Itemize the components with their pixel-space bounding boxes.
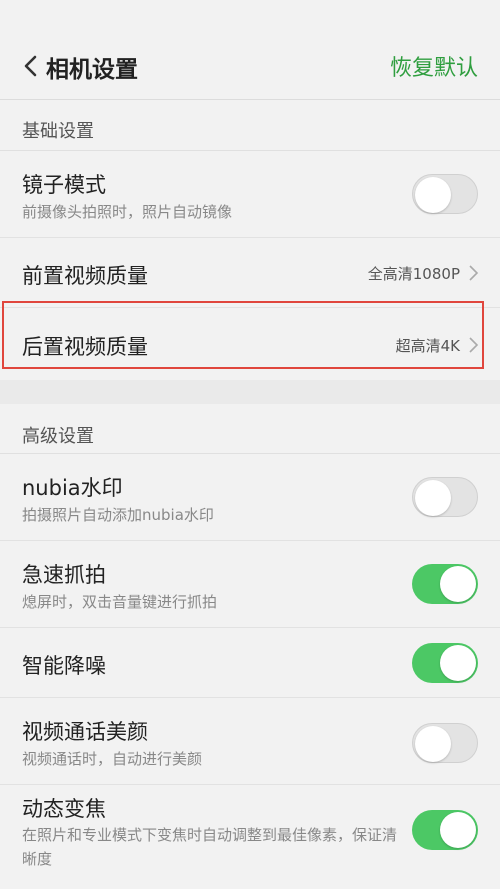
setting-quick-snap[interactable]: 急速抓拍 熄屏时，双击音量键进行抓拍 bbox=[0, 541, 500, 628]
quick-snap-desc: 熄屏时，双击音量键进行抓拍 bbox=[22, 593, 218, 611]
dynamic-zoom-label: 动态变焦 bbox=[22, 797, 106, 821]
toggle-knob bbox=[415, 480, 451, 516]
section-advanced-header: 高级设置 bbox=[0, 404, 500, 454]
mirror-mode-desc: 前摄像头拍照时，照片自动镜像 bbox=[22, 203, 233, 221]
section-divider bbox=[0, 380, 500, 404]
section-basic-header: 基础设置 bbox=[0, 101, 500, 151]
mirror-mode-label: 镜子模式 bbox=[22, 173, 106, 197]
section-basic-title: 基础设置 bbox=[22, 121, 94, 142]
chevron-right-icon bbox=[469, 337, 479, 353]
back-button[interactable] bbox=[18, 52, 42, 80]
toggle-knob bbox=[440, 812, 476, 848]
noise-reduction-toggle[interactable] bbox=[412, 643, 478, 683]
front-video-quality-label: 前置视频质量 bbox=[22, 264, 148, 288]
app-header: 相机设置 恢复默认 bbox=[0, 0, 500, 100]
toggle-knob bbox=[440, 566, 476, 602]
quick-snap-toggle[interactable] bbox=[412, 564, 478, 604]
video-call-beauty-toggle[interactable] bbox=[412, 723, 478, 763]
rear-video-quality-label: 后置视频质量 bbox=[22, 335, 148, 359]
setting-dynamic-zoom[interactable]: 动态变焦 在照片和专业模式下变焦时自动调整到最佳像素，保证清晰度 bbox=[0, 785, 500, 889]
reset-defaults-button[interactable]: 恢复默认 bbox=[390, 50, 478, 82]
page-title: 相机设置 bbox=[46, 57, 138, 83]
dynamic-zoom-toggle[interactable] bbox=[412, 810, 478, 850]
video-call-beauty-label: 视频通话美颜 bbox=[22, 720, 148, 744]
setting-video-call-beauty[interactable]: 视频通话美颜 视频通话时，自动进行美颜 bbox=[0, 698, 500, 785]
setting-watermark[interactable]: nubia水印 拍摄照片自动添加nubia水印 bbox=[0, 454, 500, 541]
setting-rear-video-quality[interactable]: 后置视频质量 超高清4K bbox=[0, 308, 500, 380]
quick-snap-label: 急速抓拍 bbox=[22, 563, 106, 587]
toggle-knob bbox=[415, 726, 451, 762]
watermark-toggle[interactable] bbox=[412, 477, 478, 517]
setting-noise-reduction[interactable]: 智能降噪 bbox=[0, 628, 500, 698]
watermark-label: nubia水印 bbox=[22, 476, 123, 500]
chevron-right-icon bbox=[469, 265, 479, 281]
chevron-left-icon bbox=[24, 55, 37, 77]
dynamic-zoom-desc: 在照片和专业模式下变焦时自动调整到最佳像素，保证清晰度 bbox=[22, 826, 398, 868]
section-advanced-title: 高级设置 bbox=[22, 426, 94, 447]
video-call-beauty-desc: 视频通话时，自动进行美颜 bbox=[22, 750, 203, 768]
watermark-desc: 拍摄照片自动添加nubia水印 bbox=[22, 506, 214, 524]
setting-mirror-mode[interactable]: 镜子模式 前摄像头拍照时，照片自动镜像 bbox=[0, 151, 500, 238]
toggle-knob bbox=[440, 645, 476, 681]
rear-video-quality-value: 超高清4K bbox=[395, 337, 460, 355]
setting-front-video-quality[interactable]: 前置视频质量 全高清1080P bbox=[0, 238, 500, 308]
noise-reduction-label: 智能降噪 bbox=[22, 654, 106, 678]
front-video-quality-value: 全高清1080P bbox=[367, 265, 460, 283]
toggle-knob bbox=[415, 177, 451, 213]
mirror-mode-toggle[interactable] bbox=[412, 174, 478, 214]
